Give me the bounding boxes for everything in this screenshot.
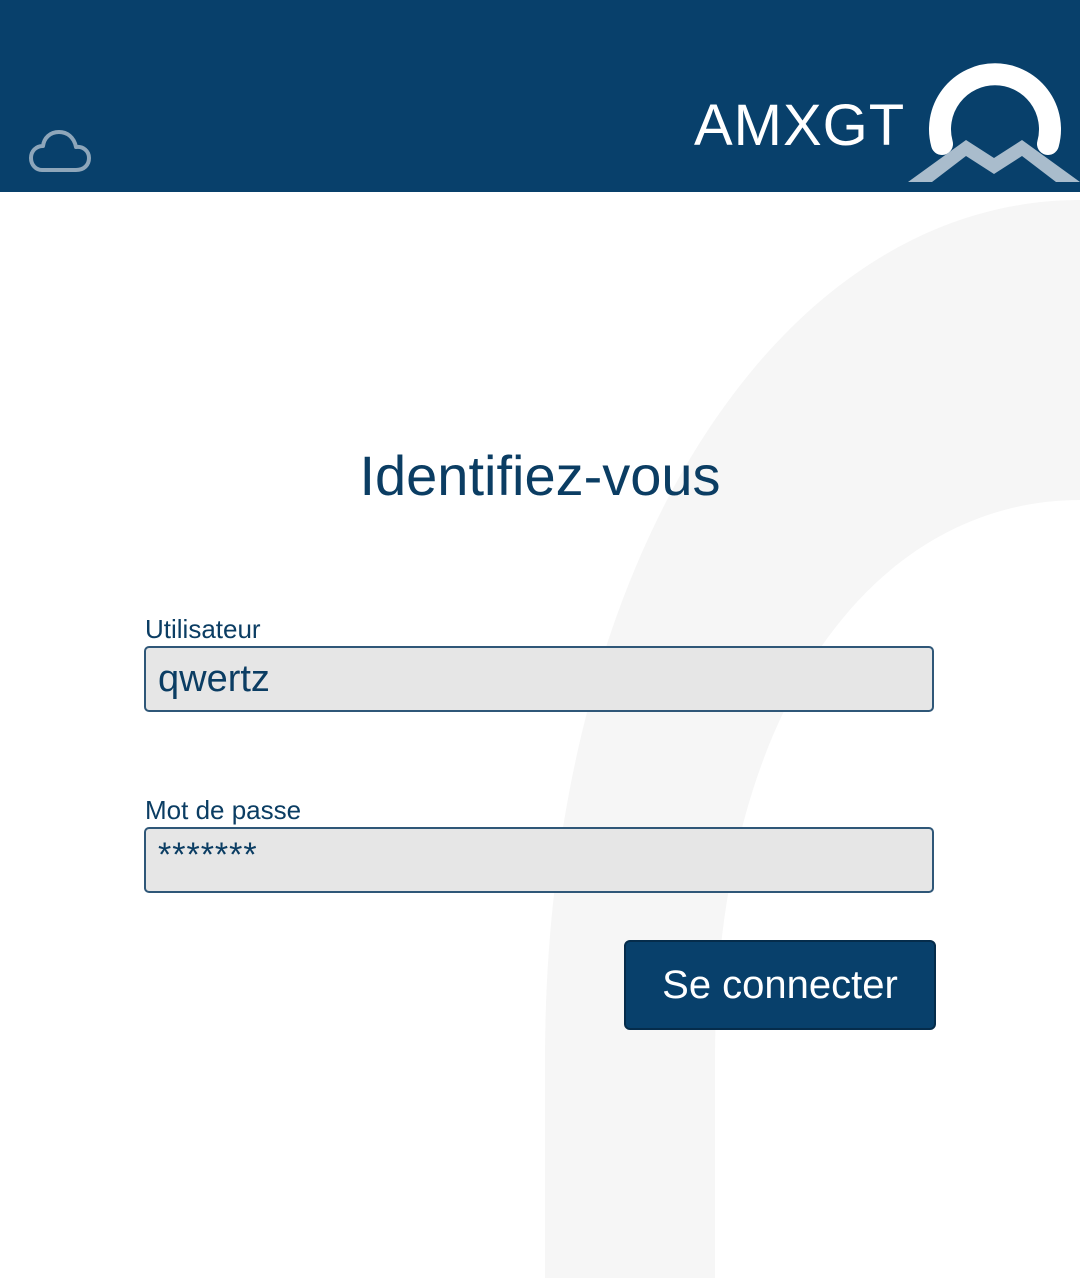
app-header: AMXGT (0, 0, 1080, 192)
username-label: Utilisateur (145, 614, 261, 644)
login-button[interactable]: Se connecter (624, 940, 936, 1030)
amxgt-logo-icon (908, 63, 1080, 182)
page-title: Identifiez-vous (359, 444, 721, 507)
login-page: AMXGT Identifiez-vous Utilisateur Mot de… (0, 0, 1080, 1278)
cloud-icon[interactable] (26, 126, 94, 176)
brand-name: AMXGT (694, 93, 906, 158)
password-input[interactable] (144, 827, 934, 893)
username-input[interactable] (144, 646, 934, 712)
password-label: Mot de passe (145, 795, 302, 825)
